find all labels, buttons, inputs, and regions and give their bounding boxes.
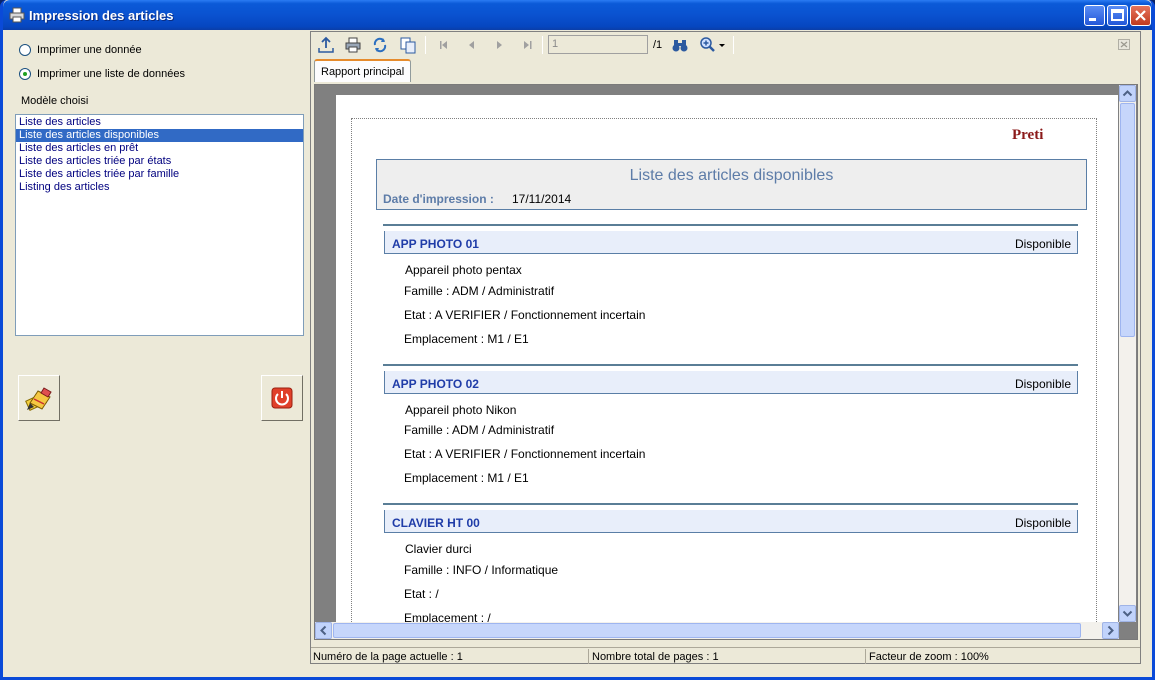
close-report-button[interactable] xyxy=(261,375,303,421)
edit-report-button[interactable] xyxy=(18,375,60,421)
binoculars-icon[interactable] xyxy=(671,36,689,54)
vertical-scrollbar[interactable] xyxy=(1119,85,1136,622)
report-page: Preti Liste des articles disponibles Dat… xyxy=(336,95,1118,625)
scroll-left-button[interactable] xyxy=(315,622,332,639)
horizontal-scrollbar[interactable] xyxy=(315,622,1119,639)
printer-icon xyxy=(9,7,25,23)
preview-toolbar: 1 /1 xyxy=(311,32,1140,58)
article-etat: Etat : A VERIFIER / Fonctionnement incer… xyxy=(404,447,646,461)
article-divider xyxy=(383,224,1078,226)
maximize-icon xyxy=(1111,9,1124,21)
scroll-right-button[interactable] xyxy=(1102,622,1119,639)
pencil-edit-icon xyxy=(25,387,52,411)
article-famille: Famille : INFO / Informatique xyxy=(404,563,559,577)
title-bar[interactable]: Impression des articles xyxy=(3,0,1152,30)
article-emplacement: Emplacement : M1 / E1 xyxy=(404,332,529,346)
article-header: APP PHOTO 02 Disponible xyxy=(384,371,1078,394)
print-window: Impression des articles Imprimer une don… xyxy=(0,0,1155,680)
refresh-icon[interactable] xyxy=(371,36,389,54)
radio-print-single[interactable]: Imprimer une donnée xyxy=(19,44,142,56)
horizontal-scroll-thumb[interactable] xyxy=(333,623,1081,638)
prev-page-icon[interactable] xyxy=(462,36,480,54)
status-total-pages: Nombre total de pages : 1 xyxy=(590,649,866,664)
power-icon xyxy=(271,387,293,409)
tab-rapport-principal[interactable]: Rapport principal xyxy=(314,59,412,82)
print-date-value: 17/11/2014 xyxy=(512,192,572,206)
article-header: CLAVIER HT 00 Disponible xyxy=(384,510,1078,533)
zoom-icon[interactable] xyxy=(699,36,717,54)
article-status: Disponible xyxy=(1014,516,1071,530)
article-divider xyxy=(383,364,1078,366)
model-item-selected[interactable]: Liste des articles disponibles xyxy=(16,129,303,142)
radio-single-label: Imprimer une donnée xyxy=(37,44,142,56)
radio-list-label: Imprimer une liste de données xyxy=(37,68,185,80)
document-viewport[interactable]: Preti Liste des articles disponibles Dat… xyxy=(314,84,1138,640)
last-page-icon[interactable] xyxy=(519,36,537,54)
model-item[interactable]: Listing des articles xyxy=(16,181,303,194)
article-description: Clavier durci xyxy=(405,542,472,556)
maximize-button[interactable] xyxy=(1107,5,1128,26)
article-code: APP PHOTO 01 xyxy=(392,237,479,251)
model-item[interactable]: Liste des articles triée par famille xyxy=(16,168,303,181)
article-emplacement: Emplacement : M1 / E1 xyxy=(404,471,529,485)
chevron-down-icon xyxy=(1122,610,1133,617)
article-description: Appareil photo Nikon xyxy=(405,403,517,417)
vertical-scroll-thumb[interactable] xyxy=(1120,103,1135,337)
model-item[interactable]: Liste des articles triée par états xyxy=(16,155,303,168)
article-status: Disponible xyxy=(1014,237,1071,251)
print-icon[interactable] xyxy=(344,36,362,54)
model-item[interactable]: Liste des articles en prêt xyxy=(16,142,303,155)
scroll-up-button[interactable] xyxy=(1119,85,1136,102)
chevron-right-icon xyxy=(1107,625,1114,636)
report-header: Liste des articles disponibles Date d'im… xyxy=(376,159,1087,210)
chevron-left-icon xyxy=(320,625,327,636)
toolbar-separator xyxy=(733,36,734,54)
report-logo: Preti xyxy=(1012,127,1044,143)
article-code: CLAVIER HT 00 xyxy=(392,516,480,530)
article-famille: Famille : ADM / Administratif xyxy=(404,284,555,298)
radio-list-indicator[interactable] xyxy=(19,68,31,80)
minimize-icon xyxy=(1089,18,1096,21)
chevron-down-icon[interactable] xyxy=(717,36,727,54)
model-listbox[interactable]: Liste des articles Liste des articles di… xyxy=(15,114,304,336)
model-item[interactable]: Liste des articles xyxy=(16,116,303,129)
report-title: Liste des articles disponibles xyxy=(629,167,834,184)
radio-print-list[interactable]: Imprimer une liste de données xyxy=(19,68,185,80)
article-header: APP PHOTO 01 Disponible xyxy=(384,231,1078,254)
first-page-icon[interactable] xyxy=(434,36,452,54)
radio-single-indicator[interactable] xyxy=(19,44,31,56)
next-page-icon[interactable] xyxy=(491,36,509,54)
export-icon[interactable] xyxy=(317,36,335,54)
toolbar-separator xyxy=(542,36,543,54)
status-current-page: Numéro de la page actuelle : 1 xyxy=(311,649,589,664)
article-code: APP PHOTO 02 xyxy=(392,377,479,391)
chevron-up-icon xyxy=(1122,90,1133,97)
article-description: Appareil photo pentax xyxy=(405,263,522,277)
close-icon[interactable] xyxy=(1118,39,1130,50)
article-famille: Famille : ADM / Administratif xyxy=(404,423,555,437)
copy-icon[interactable] xyxy=(399,36,417,54)
page-total-label: /1 xyxy=(653,39,663,51)
scroll-down-button[interactable] xyxy=(1119,605,1136,622)
page-number-input[interactable]: 1 xyxy=(548,35,648,54)
article-etat: Etat : A VERIFIER / Fonctionnement incer… xyxy=(404,308,646,322)
article-status: Disponible xyxy=(1014,377,1071,391)
close-window-button[interactable] xyxy=(1130,5,1151,26)
close-icon xyxy=(1135,10,1146,21)
status-zoom: Facteur de zoom : 100% xyxy=(869,651,989,663)
window-title: Impression des articles xyxy=(29,8,174,23)
article-etat: Etat : / xyxy=(404,587,439,601)
print-date-label: Date d'impression : xyxy=(383,192,494,206)
article-divider xyxy=(383,503,1078,505)
report-preview: 1 /1 Rapport principal Preti Liste des a… xyxy=(310,31,1141,664)
model-label: Modèle choisi xyxy=(21,95,89,107)
toolbar-separator xyxy=(425,36,426,54)
preview-statusbar: Numéro de la page actuelle : 1 Nombre to… xyxy=(311,647,1140,664)
minimize-button[interactable] xyxy=(1084,5,1105,26)
